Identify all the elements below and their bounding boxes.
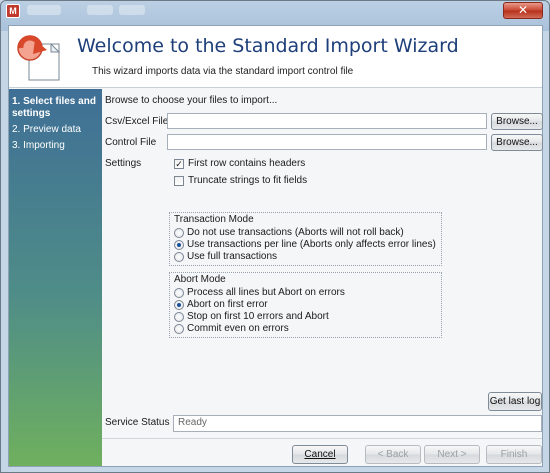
abort-option-commit-radio[interactable] [174,324,184,334]
import-wizard-icon [17,35,61,81]
abort-option-label: Commit even on errors [187,323,289,334]
control-file-input[interactable] [167,134,487,150]
transaction-mode-title: Transaction Mode [174,214,254,225]
title-bar[interactable]: M ✕ [1,1,549,21]
finish-button[interactable]: Finish [486,445,542,464]
csv-file-input[interactable] [167,113,487,129]
first-row-headers-label: First row contains headers [188,158,306,169]
instructions-text: Browse to choose your files to import... [105,95,278,106]
abort-mode-group: Abort Mode Process all lines but Abort o… [169,272,442,338]
transaction-option-label: Do not use transactions (Aborts will not… [187,227,404,238]
wizard-title: Welcome to the Standard Import Wizard [77,35,459,57]
wizard-header: Welcome to the Standard Import Wizard Th… [9,26,542,88]
abort-mode-title: Abort Mode [174,274,226,285]
close-button[interactable]: ✕ [503,2,543,19]
control-file-label: Control File [105,137,157,148]
get-last-log-button[interactable]: Get last log [488,392,542,411]
abort-option-process-all-radio[interactable] [174,288,184,298]
service-status-label: Service Status [105,417,170,428]
steps-sidebar: 1. Select files and settings 2. Preview … [9,89,102,466]
back-button[interactable]: < Back [365,445,421,464]
transaction-option-label: Use transactions per line (Aborts only a… [187,239,436,250]
abort-option-label: Abort on first error [187,299,268,310]
transaction-mode-group: Transaction Mode Do not use transactions… [169,212,442,266]
footer-divider [102,438,542,439]
wizard-main-panel: Browse to choose your files to import...… [102,89,543,466]
transaction-option-full-radio[interactable] [174,252,184,262]
wizard-subtitle: This wizard imports data via the standar… [92,66,354,77]
abort-option-label: Process all lines but Abort on errors [187,287,345,298]
faded-menu-placeholder [119,5,145,15]
csv-browse-button[interactable]: Browse... [491,113,543,130]
abort-option-ten-errors-radio[interactable] [174,312,184,322]
next-button[interactable]: Next > [424,445,480,464]
csv-file-label: Csv/Excel File [105,116,169,127]
wizard-client-area: Welcome to the Standard Import Wizard Th… [8,25,543,467]
cancel-button[interactable]: Cancel [292,445,348,464]
wizard-window: M ✕ Welcome to the Standard Import Wizar… [0,0,550,473]
abort-option-first-error-radio[interactable] [174,300,184,310]
faded-menu-placeholder [27,5,61,15]
transaction-option-per-line-radio[interactable] [174,240,184,250]
step-preview-data: 2. Preview data [12,124,81,135]
settings-label: Settings [105,158,142,169]
control-browse-button[interactable]: Browse... [491,134,543,151]
abort-option-label: Stop on first 10 errors and Abort [187,311,329,322]
faded-menu-placeholder [87,5,113,15]
step-select-files: 1. Select files and settings [12,96,96,119]
app-icon: M [6,4,20,18]
truncate-strings-checkbox[interactable] [174,176,184,186]
transaction-option-none-radio[interactable] [174,228,184,238]
truncate-strings-label: Truncate strings to fit fields [188,175,308,186]
close-icon: ✕ [517,3,529,17]
service-status-value: Ready [173,415,542,432]
transaction-option-label: Use full transactions [187,251,278,262]
first-row-headers-checkbox[interactable]: ✓ [174,159,184,169]
step-importing: 3. Importing [12,140,65,151]
